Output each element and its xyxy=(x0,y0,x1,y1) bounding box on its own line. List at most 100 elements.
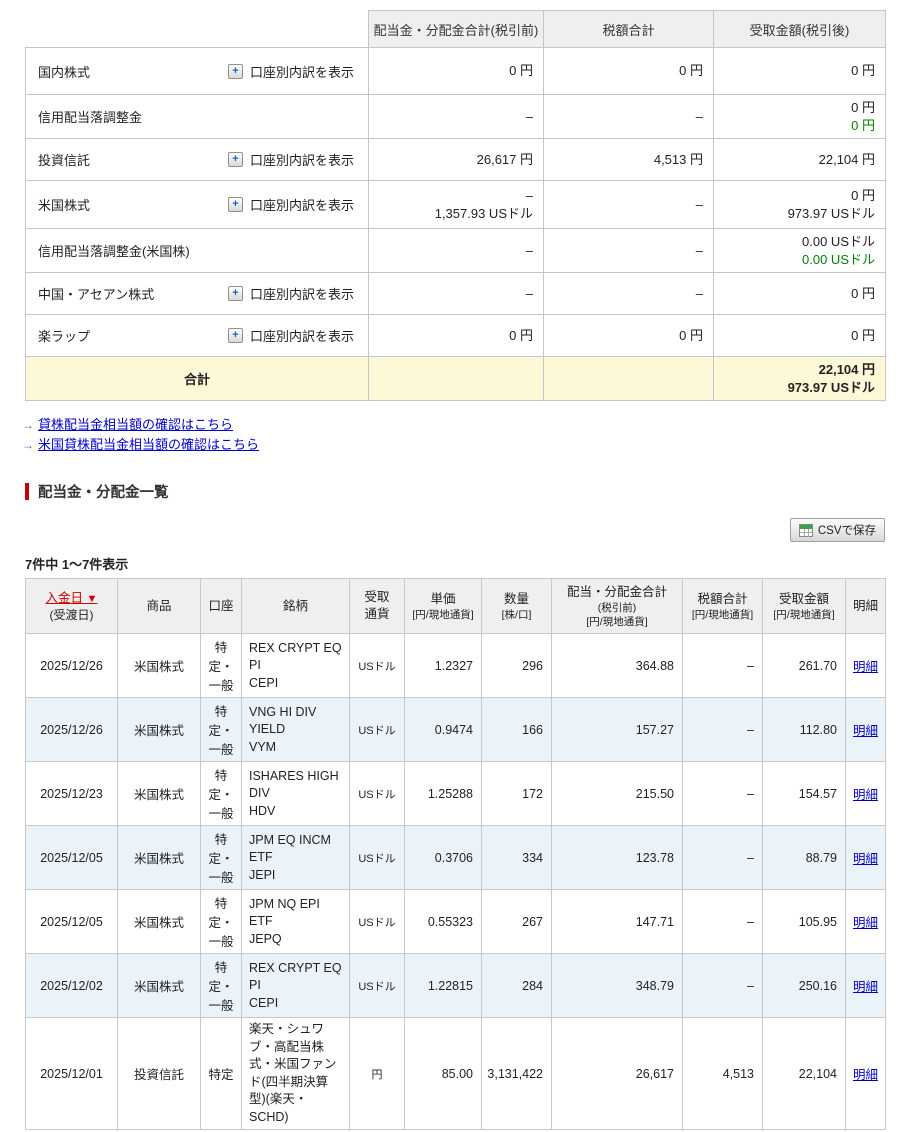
received-cell: 0.00 USドル0.00 USドル xyxy=(714,229,886,273)
tax-amount: – xyxy=(683,890,763,954)
dividend-total: 364.88 xyxy=(552,634,683,698)
expand-plus-icon[interactable]: + xyxy=(228,197,243,212)
ticker-symbol: JEPI xyxy=(249,867,344,885)
detail-cell: 明細 xyxy=(846,826,886,890)
link-line: →米国貸株配当金相当額の確認はこちら xyxy=(22,435,905,455)
breakdown-label[interactable]: 口座別内訳を表示 xyxy=(250,62,354,81)
detail-link[interactable]: 明細 xyxy=(853,916,878,930)
detail-link[interactable]: 明細 xyxy=(853,788,878,802)
detail-link[interactable]: 明細 xyxy=(853,1068,878,1082)
category-label: 投資信託 xyxy=(38,150,90,169)
summary-header-total-pretax: 配当金・分配金合計(税引前) xyxy=(369,11,544,48)
account-type: 特定・一般 xyxy=(201,890,242,954)
received-amount: 112.80 xyxy=(763,698,846,762)
account-breakdown-toggle[interactable]: + 口座別内訳を表示 xyxy=(228,284,362,303)
ticker-symbol: JEPQ xyxy=(249,931,344,949)
summary-row-china-asean-stock: 中国・アセアン株式 + 口座別内訳を表示 – – 0 円 xyxy=(26,273,886,315)
breakdown-label[interactable]: 口座別内訳を表示 xyxy=(250,284,354,303)
unit-price: 1.25288 xyxy=(405,762,482,826)
detail-cell: 明細 xyxy=(846,890,886,954)
pretax-cell: – xyxy=(369,229,544,273)
category-label: 中国・アセアン株式 xyxy=(38,284,154,303)
detail-cell: 明細 xyxy=(846,698,886,762)
date-sort-link[interactable]: 入金日 ▼ xyxy=(46,591,98,605)
received-cell: 0 円 xyxy=(714,48,886,95)
tax-cell: – xyxy=(544,181,714,229)
quantity: 334 xyxy=(482,826,552,890)
received-cell: 22,104 円 xyxy=(714,139,886,181)
sort-desc-icon: ▼ xyxy=(87,593,98,605)
unit-price: 0.3706 xyxy=(405,826,482,890)
currency: USドル xyxy=(350,634,405,698)
account-type: 特定・一般 xyxy=(201,826,242,890)
account-breakdown-toggle[interactable]: + 口座別内訳を表示 xyxy=(228,150,362,169)
ticker-symbol: CEPI xyxy=(249,675,344,693)
received-cell: 0 円973.97 USドル xyxy=(714,181,886,229)
summary-header-tax: 税額合計 xyxy=(544,11,714,48)
breakdown-label[interactable]: 口座別内訳を表示 xyxy=(250,326,354,345)
detail-link[interactable]: 明細 xyxy=(853,852,878,866)
unit-price: 1.22815 xyxy=(405,954,482,1018)
col-header-detail: 明細 xyxy=(846,579,886,634)
account-type: 特定・一般 xyxy=(201,634,242,698)
expand-plus-icon[interactable]: + xyxy=(228,286,243,301)
breakdown-label[interactable]: 口座別内訳を表示 xyxy=(250,150,354,169)
pretax-cell: – xyxy=(369,95,544,139)
expand-plus-icon[interactable]: + xyxy=(228,152,243,167)
product-type: 米国株式 xyxy=(118,826,201,890)
security-name: JPM EQ INCM ETFJEPI xyxy=(242,826,350,890)
summary-row-us-stock: 米国株式 + 口座別内訳を表示 –1,357.93 USドル – 0 円973.… xyxy=(26,181,886,229)
tax-cell: 4,513 円 xyxy=(544,139,714,181)
col-header-product: 商品 xyxy=(118,579,201,634)
col-header-currency: 受取通貨 xyxy=(350,579,405,634)
category-label: 楽ラップ xyxy=(38,326,90,345)
quantity: 166 xyxy=(482,698,552,762)
quantity: 267 xyxy=(482,890,552,954)
unit-price: 0.9474 xyxy=(405,698,482,762)
account-type: 特定・一般 xyxy=(201,698,242,762)
account-breakdown-toggle[interactable]: + 口座別内訳を表示 xyxy=(228,326,362,345)
save-csv-button[interactable]: CSVで保存 xyxy=(790,518,885,542)
detail-link[interactable]: 明細 xyxy=(853,724,878,738)
us-lending-dividend-link[interactable]: 米国貸株配当金相当額の確認はこちら xyxy=(38,437,259,452)
currency: USドル xyxy=(350,698,405,762)
category-label: 信用配当落調整金 xyxy=(38,107,142,126)
received-amount: 22,104 xyxy=(763,1018,846,1130)
expand-plus-icon[interactable]: + xyxy=(228,64,243,79)
expand-plus-icon[interactable]: + xyxy=(228,328,243,343)
col-header-total: 配当・分配金合計(税引前)[円/現地通貨] xyxy=(552,579,683,634)
currency: 円 xyxy=(350,1018,405,1130)
tax-amount: – xyxy=(683,762,763,826)
account-breakdown-toggle[interactable]: + 口座別内訳を表示 xyxy=(228,62,362,81)
account-type: 特定 xyxy=(201,1018,242,1130)
summary-total-row: 合計 22,104 円973.97 USドル xyxy=(26,357,886,401)
dividend-summary-table: 配当金・分配金合計(税引前) 税額合計 受取金額(税引後) 国内株式 + 口座別… xyxy=(25,10,886,401)
col-header-account: 口座 xyxy=(201,579,242,634)
dividend-total: 348.79 xyxy=(552,954,683,1018)
product-type: 米国株式 xyxy=(118,762,201,826)
summary-row-rakuwrap: 楽ラップ + 口座別内訳を表示 0 円 0 円 0 円 xyxy=(26,315,886,357)
tax-cell: – xyxy=(544,229,714,273)
account-type: 特定・一般 xyxy=(201,954,242,1018)
dividend-row: 2025/12/05 米国株式 特定・一般 JPM EQ INCM ETFJEP… xyxy=(26,826,886,890)
detail-link[interactable]: 明細 xyxy=(853,980,878,994)
category-label: 米国株式 xyxy=(38,195,90,214)
breakdown-label[interactable]: 口座別内訳を表示 xyxy=(250,195,354,214)
quantity: 3,131,422 xyxy=(482,1018,552,1130)
lending-dividend-link[interactable]: 貸株配当金相当額の確認はこちら xyxy=(38,417,233,432)
received-amount: 261.70 xyxy=(763,634,846,698)
product-type: 米国株式 xyxy=(118,954,201,1018)
detail-link[interactable]: 明細 xyxy=(853,660,878,674)
section-accent-bar xyxy=(25,483,29,500)
received-amount: 105.95 xyxy=(763,890,846,954)
tax-amount: – xyxy=(683,954,763,1018)
currency: USドル xyxy=(350,890,405,954)
pretax-cell: 0 円 xyxy=(369,315,544,357)
col-header-price: 単価[円/現地通貨] xyxy=(405,579,482,634)
summary-header-blank xyxy=(26,11,369,48)
unit-price: 85.00 xyxy=(405,1018,482,1130)
detail-cell: 明細 xyxy=(846,634,886,698)
dividend-row: 2025/12/26 米国株式 特定・一般 VNG HI DIV YIELDVY… xyxy=(26,698,886,762)
product-type: 米国株式 xyxy=(118,698,201,762)
account-breakdown-toggle[interactable]: + 口座別内訳を表示 xyxy=(228,195,362,214)
